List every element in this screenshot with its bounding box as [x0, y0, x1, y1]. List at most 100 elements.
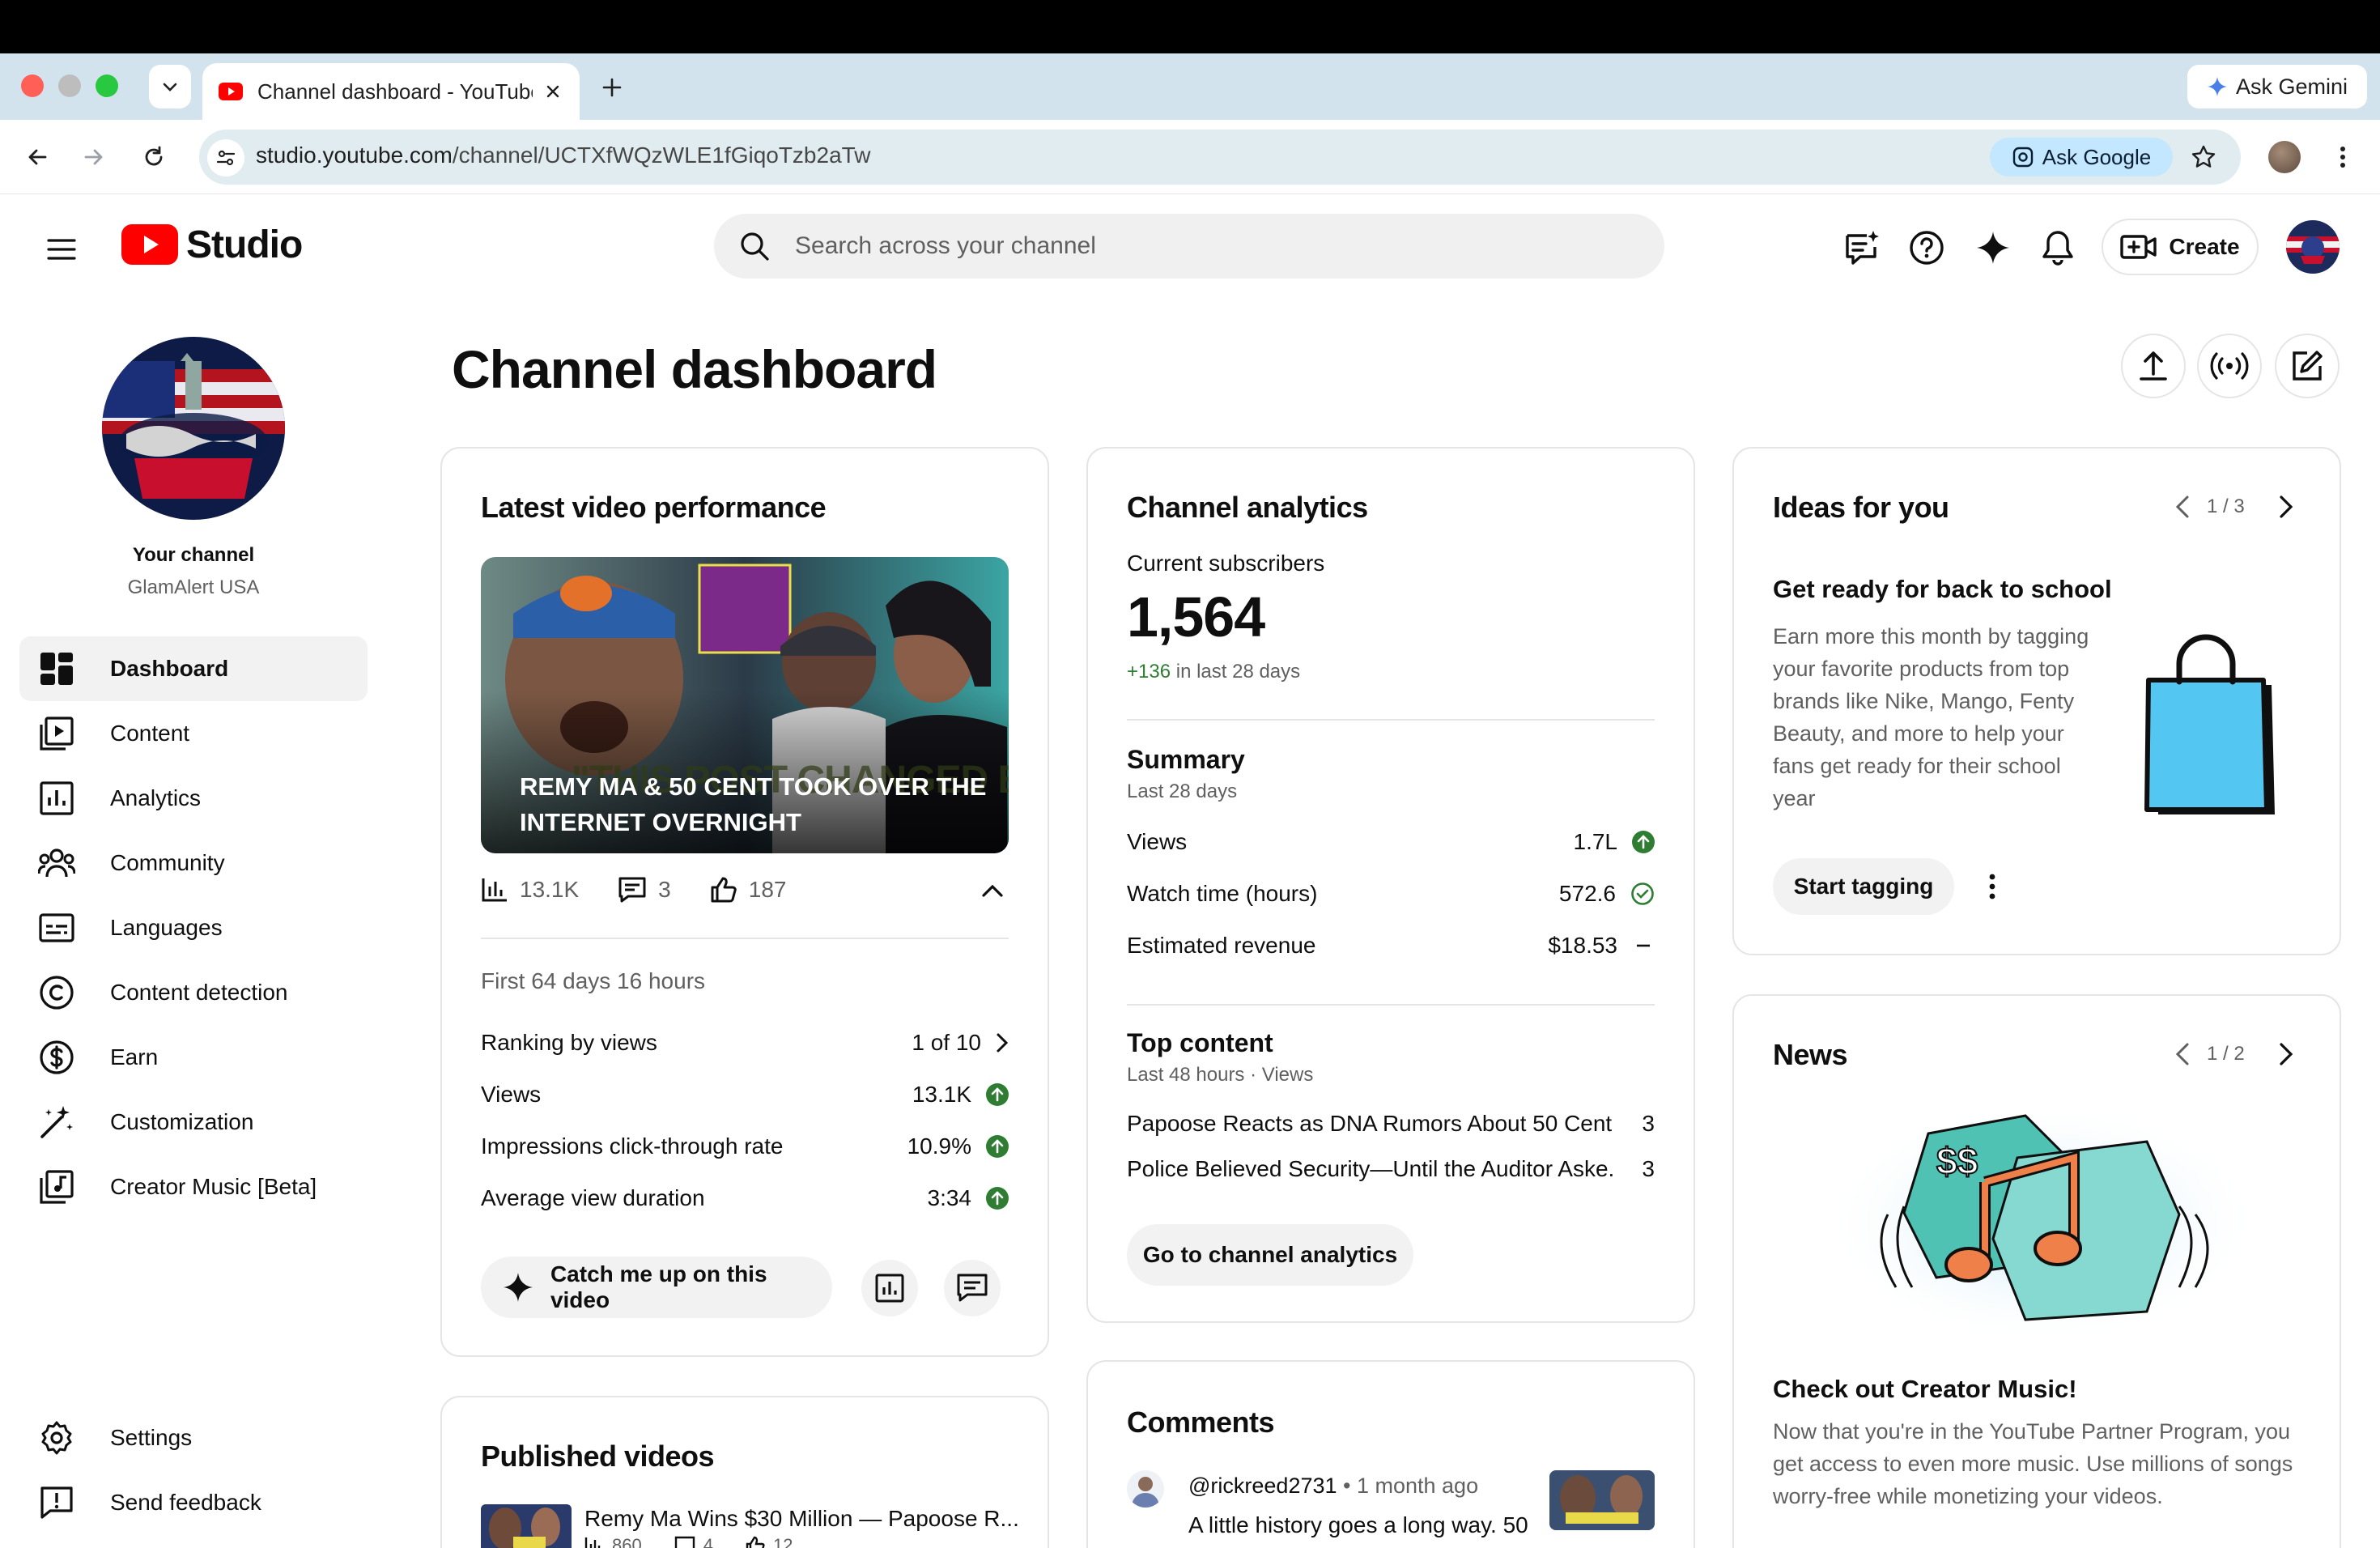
top-content-row[interactable]: Police Believed Security—Until the Audit… [1127, 1156, 1655, 1182]
create-button[interactable]: Create [2102, 219, 2259, 275]
top-content-row[interactable]: Papoose Reacts as DNA Rumors About 50 Ce… [1127, 1111, 1655, 1137]
forward-button[interactable] [74, 138, 113, 176]
sidebar-item-label: Analytics [110, 785, 202, 810]
browser-profile-avatar[interactable] [2268, 141, 2301, 173]
upload-video-button[interactable] [2121, 334, 2186, 398]
chevron-left-icon[interactable] [2174, 494, 2191, 520]
sidebar-item-label: Settings [110, 1425, 193, 1450]
ranking-row[interactable]: Ranking by views 1 of 10 [481, 1030, 1009, 1056]
sidebar-item-earn[interactable]: Earn [19, 1025, 368, 1090]
chevron-right-icon[interactable] [2278, 1041, 2294, 1067]
create-post-button[interactable] [2275, 334, 2340, 398]
sparkle-icon [1977, 232, 2009, 264]
url-host: studio.youtube.com [256, 142, 453, 168]
studio-logo[interactable]: Studio [121, 220, 303, 269]
sidebar-item-community[interactable]: Community [19, 831, 368, 895]
published-video-thumbnail[interactable] [481, 1504, 572, 1548]
reload-button[interactable] [134, 138, 173, 176]
help-button[interactable] [1906, 227, 1948, 269]
os-menu-bar [0, 0, 2380, 53]
close-window-button[interactable] [21, 74, 44, 97]
subscribers-change: +136 [1127, 661, 1171, 683]
content-icon [37, 714, 76, 753]
bar-chart-icon [482, 878, 507, 902]
channel-analytics-card: Channel analytics Current subscribers 1,… [1086, 447, 1695, 1323]
search-bar[interactable] [714, 214, 1664, 279]
more-vert-icon[interactable] [1988, 873, 1996, 900]
site-info-button[interactable] [207, 139, 244, 176]
notifications-button[interactable] [2037, 227, 2079, 269]
summary-watch-time-label: Watch time (hours) [1127, 881, 1318, 906]
ctr-value: 10.9% [907, 1133, 971, 1159]
published-likes: 12 [772, 1535, 793, 1548]
upload-icon [2140, 351, 2167, 381]
dash-icon [1637, 944, 1650, 947]
ask-gemini-button[interactable]: Ask Gemini [2187, 65, 2367, 108]
sidebar-item-settings[interactable]: Settings [19, 1406, 368, 1470]
browser-menu-button[interactable] [2323, 138, 2362, 176]
new-tab-button[interactable] [594, 70, 630, 105]
sidebar-item-content[interactable]: Content [19, 701, 368, 766]
gemini-sparkle-icon [2207, 77, 2227, 96]
published-videos-title: Published videos [481, 1440, 715, 1473]
thumbs-up-icon [746, 1536, 765, 1548]
maximize-window-button[interactable] [96, 74, 118, 97]
sidebar-item-creator-music[interactable]: Creator Music [Beta] [19, 1155, 368, 1219]
sidebar-item-content-detection[interactable]: Content detection [19, 960, 368, 1025]
chevron-right-icon[interactable] [2278, 494, 2294, 520]
chevron-left-icon[interactable] [2174, 1041, 2191, 1067]
divider [481, 938, 1009, 939]
ideas-heading: Get ready for back to school [1773, 575, 2112, 603]
channel-avatar[interactable] [102, 337, 285, 520]
video-analytics-button[interactable] [861, 1260, 918, 1316]
account-avatar[interactable] [2286, 220, 2340, 274]
url-text[interactable]: studio.youtube.com/channel/UCTXfWQzWLE1f… [256, 142, 870, 168]
hamburger-icon [47, 239, 76, 260]
go-to-analytics-button[interactable]: Go to channel analytics [1127, 1224, 1413, 1286]
arrow-left-icon [28, 149, 47, 165]
go-live-button[interactable] [2197, 334, 2262, 398]
whats-new-button[interactable] [1841, 227, 1883, 269]
catch-me-up-button[interactable]: Catch me up on this video [481, 1257, 832, 1318]
search-input[interactable] [795, 232, 1604, 260]
comment-video-thumbnail[interactable] [1549, 1470, 1655, 1530]
video-comments-button[interactable] [944, 1260, 1001, 1316]
tab-title: Channel dashboard - YouTube Studio [257, 79, 533, 104]
news-title: News [1773, 1038, 1848, 1071]
start-tagging-button[interactable]: Start tagging [1773, 858, 1954, 915]
comment-author[interactable]: @rickreed2731 [1188, 1474, 1337, 1498]
comment-text: A little history goes a long way. 50 [1188, 1512, 1528, 1537]
menu-button[interactable] [40, 228, 83, 270]
sidebar-item-send-feedback[interactable]: Send feedback [19, 1470, 368, 1535]
thumbs-up-icon [711, 877, 737, 903]
browser-tab-active[interactable]: Channel dashboard - YouTube Studio [202, 63, 580, 120]
ai-sparkle-button[interactable] [1972, 227, 2014, 269]
minimize-window-button[interactable] [58, 74, 81, 97]
latest-video-title: Latest video performance [481, 491, 827, 524]
tab-search-button[interactable] [149, 65, 191, 108]
glamalert-usa-logo-image [102, 337, 285, 520]
summary-revenue-row: Estimated revenue $18.53 [1127, 933, 1655, 959]
sidebar-item-customization[interactable]: Customization [19, 1090, 368, 1155]
top-content-value-1: 3 [1642, 1111, 1655, 1136]
video-thumbnail[interactable]: "THIS POST CHANGED EVERYTHING" REMY MA &… [481, 557, 1009, 853]
sidebar-item-dashboard[interactable]: Dashboard [19, 636, 368, 701]
summary-views-value: 1.7L [1573, 829, 1618, 854]
sidebar-item-analytics[interactable]: Analytics [19, 766, 368, 831]
chevron-up-icon[interactable] [981, 882, 1004, 899]
video-add-icon [2120, 235, 2157, 259]
views-value: 13.1K [912, 1082, 971, 1107]
sidebar-item-languages[interactable]: Languages [19, 895, 368, 960]
commenter-avatar[interactable] [1127, 1470, 1164, 1508]
back-button[interactable] [18, 138, 57, 176]
sidebar-item-label: Customization [110, 1109, 254, 1134]
close-tab-icon[interactable] [544, 83, 562, 100]
published-video-title[interactable]: Remy Ma Wins $30 Million — Papoose R... [584, 1506, 1019, 1532]
trend-up-icon [986, 1135, 1009, 1158]
ask-google-button[interactable]: Ask Google [1990, 138, 2173, 176]
comment-time: • 1 month ago [1343, 1474, 1479, 1498]
bookmark-star-button[interactable] [2184, 138, 2223, 176]
thumbnail-caption: REMY MA & 50 CENT TOOK OVER THE INTERNET… [520, 772, 987, 836]
ranking-value: 1 of 10 [912, 1030, 981, 1055]
news-body: Now that you're in the YouTube Partner P… [1773, 1419, 2293, 1508]
